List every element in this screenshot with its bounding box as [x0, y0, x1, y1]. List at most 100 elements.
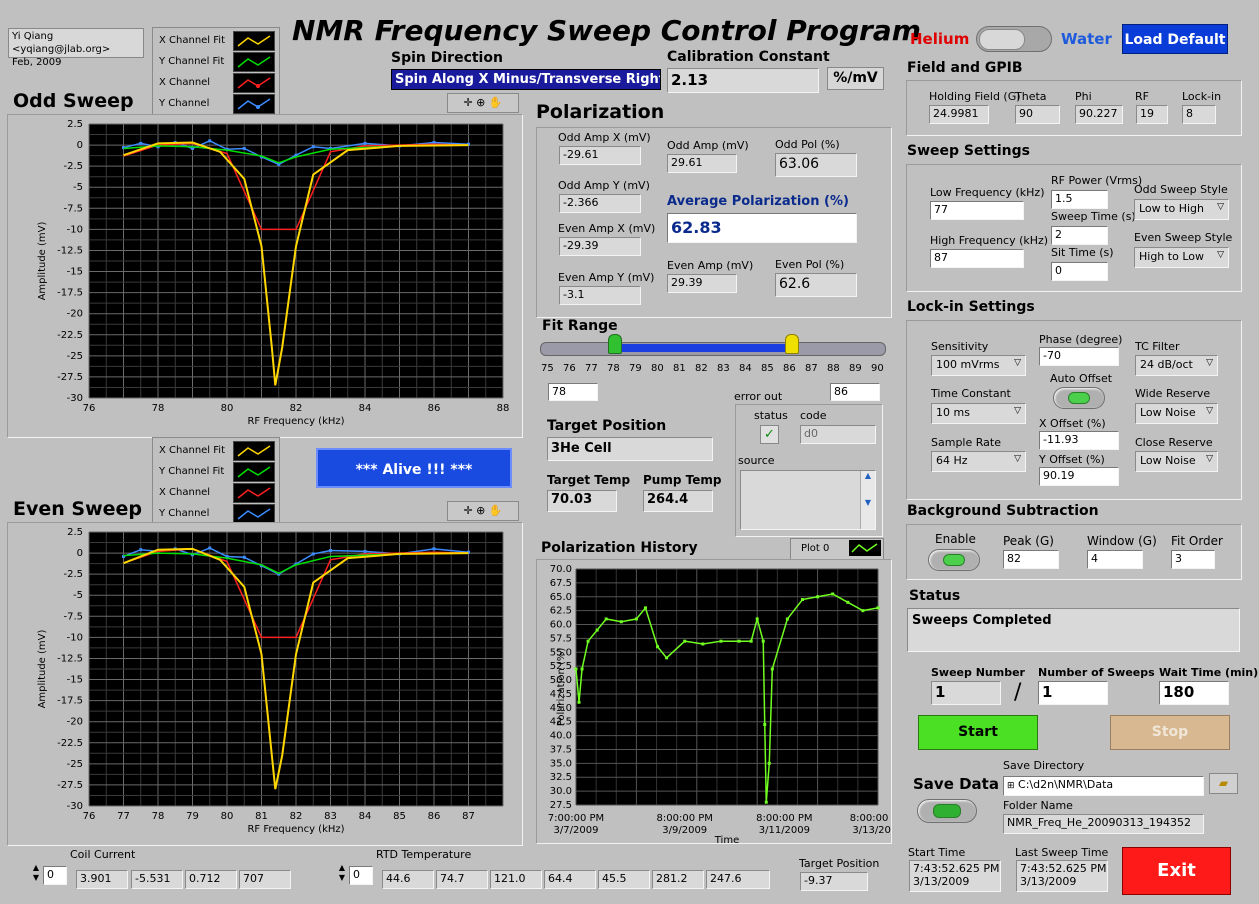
y-tick-label: -27.5: [57, 780, 83, 791]
wait-time-field[interactable]: 180: [1159, 681, 1229, 705]
x-tick-label: 82: [290, 403, 303, 414]
sweep-settings-title: Sweep Settings: [907, 143, 1030, 159]
fit-range-tick: 90: [871, 363, 884, 374]
x-tick-label: 80: [221, 811, 234, 822]
sensitivity-select[interactable]: 100 mVrms ▽: [931, 355, 1026, 376]
y-tick-label: -27.5: [57, 372, 83, 383]
odd-style-select[interactable]: Low to High ▽: [1134, 199, 1229, 220]
y-tick-label: 32.5: [550, 772, 572, 783]
fit-range-slider[interactable]: [540, 342, 886, 356]
window-label: Window (G): [1087, 534, 1157, 548]
exit-button[interactable]: Exit: [1122, 847, 1231, 895]
spin-direction-select[interactable]: Spin Along X Minus/Transverse Right: [391, 69, 661, 90]
sensitivity-value: 100 mVrms: [936, 358, 1000, 371]
sensitivity-label: Sensitivity: [931, 340, 989, 353]
rtd-index-stepper[interactable]: ▲ ▼: [336, 863, 348, 885]
error-status-label: status: [754, 409, 788, 422]
even-style-value: High to Low: [1139, 250, 1204, 263]
source-scrollbar[interactable]: ▲ ▼: [860, 471, 875, 529]
y-tick-label: -2.5: [63, 569, 83, 580]
calibration-field[interactable]: 2.13: [667, 68, 819, 93]
data-point: [619, 620, 623, 624]
fit-range-low-field[interactable]: 78: [548, 383, 598, 401]
fit-order-field[interactable]: 3: [1171, 550, 1215, 569]
fit-range-low-thumb[interactable]: [608, 334, 622, 354]
coil-index-stepper[interactable]: ▲ ▼: [30, 863, 42, 885]
mode-toggle[interactable]: [976, 26, 1052, 52]
x-tick-label: 77: [117, 811, 130, 822]
app-title: NMR Frequency Sweep Control Program: [292, 14, 921, 47]
data-point: [761, 639, 765, 643]
wide-reserve-select[interactable]: Low Noise ▽: [1135, 403, 1218, 424]
author-date: Feb, 2009: [12, 57, 62, 68]
even-amp-label: Even Amp (mV): [667, 259, 754, 272]
load-default-button[interactable]: Load Default: [1122, 24, 1228, 54]
odd-graph-tools[interactable]: ✛ ⊕ ✋: [447, 93, 519, 113]
x-tick-label: 83: [324, 811, 337, 822]
y-tick-label: 27.5: [550, 800, 572, 811]
rf-field: 19: [1136, 105, 1168, 124]
y-tick-label: -5: [73, 182, 83, 193]
odd-style-label: Odd Sweep Style: [1134, 183, 1228, 196]
error-source-field: ▲ ▼: [740, 470, 876, 530]
legend-swatch-x-fit: [233, 31, 275, 51]
background-enable-button[interactable]: [928, 549, 980, 571]
tc-filter-label: TC Filter: [1135, 340, 1180, 353]
data-point: [432, 547, 436, 551]
high-freq-field[interactable]: 87: [930, 249, 1024, 268]
odd-amp-field: 29.61: [667, 154, 737, 173]
fit-range-tick: 89: [849, 363, 862, 374]
folder-browse-icon[interactable]: ▰: [1209, 773, 1238, 794]
low-freq-field[interactable]: 77: [930, 201, 1024, 220]
window-field[interactable]: 4: [1087, 550, 1143, 569]
even-style-select[interactable]: High to Low ▽: [1134, 247, 1229, 268]
save-directory-field[interactable]: ⊞ C:\d2n\NMR\Data: [1003, 776, 1204, 796]
coil-index-field[interactable]: 0: [43, 866, 67, 885]
number-of-sweeps-label: Number of Sweeps: [1038, 666, 1155, 679]
fit-range-tick: 86: [783, 363, 796, 374]
data-point: [363, 549, 367, 553]
odd-amp-y-field: -2.366: [559, 194, 641, 213]
average-polarization-field: 62.83: [667, 213, 857, 243]
peak-field[interactable]: 82: [1003, 550, 1059, 569]
phase-field[interactable]: -70: [1039, 347, 1119, 366]
number-of-sweeps-field[interactable]: 1: [1038, 681, 1108, 705]
data-point: [574, 667, 578, 671]
fit-range-high-thumb[interactable]: [785, 334, 799, 354]
mode-toggle-knob: [979, 29, 1025, 50]
last-date-value: 3/13/2009: [1020, 875, 1077, 888]
sample-rate-select[interactable]: 64 Hz ▽: [931, 451, 1026, 472]
fit-range-high-field[interactable]: 86: [830, 383, 880, 401]
coil-current-label: Coil Current: [70, 848, 136, 861]
rf-power-field[interactable]: 1.5: [1051, 190, 1108, 209]
sample-rate-label: Sample Rate: [931, 436, 1001, 449]
data-point: [311, 145, 315, 149]
y-tick-label: 35.0: [550, 758, 572, 769]
sit-time-field[interactable]: 0: [1051, 262, 1108, 281]
sweep-slash: /: [1014, 680, 1022, 705]
sweep-time-field[interactable]: 2: [1051, 226, 1108, 245]
data-point: [846, 600, 850, 604]
tc-filter-value: 24 dB/oct: [1140, 358, 1193, 371]
x-offset-field[interactable]: -11.93: [1039, 431, 1119, 450]
tc-filter-select[interactable]: 24 dB/oct ▽: [1135, 355, 1218, 376]
even-graph-tools[interactable]: ✛ ⊕ ✋: [447, 501, 519, 521]
stop-button[interactable]: Stop: [1110, 715, 1230, 750]
target-position-readout-field: -9.37: [800, 872, 868, 891]
odd-amp-x-field: -29.61: [559, 146, 641, 165]
auto-offset-button[interactable]: [1053, 387, 1105, 409]
even-amp-x-field: -29.39: [559, 237, 641, 256]
lockin-gpib-field: 8: [1182, 105, 1216, 124]
coil-value-0: 3.901: [76, 870, 128, 889]
save-data-button[interactable]: [917, 799, 977, 823]
close-reserve-select[interactable]: Low Noise ▽: [1135, 451, 1218, 472]
time-constant-select[interactable]: 10 ms ▽: [931, 403, 1026, 424]
y-offset-field[interactable]: 90.19: [1039, 467, 1119, 486]
rtd-index-field[interactable]: 0: [349, 866, 373, 885]
start-button[interactable]: Start: [918, 715, 1038, 750]
legend-swatch-x-fit: [233, 441, 275, 461]
data-point: [665, 656, 669, 660]
data-point: [643, 606, 647, 610]
x-axis-label: RF Frequency (kHz): [247, 824, 344, 835]
wait-time-label: Wait Time (min): [1159, 666, 1259, 679]
